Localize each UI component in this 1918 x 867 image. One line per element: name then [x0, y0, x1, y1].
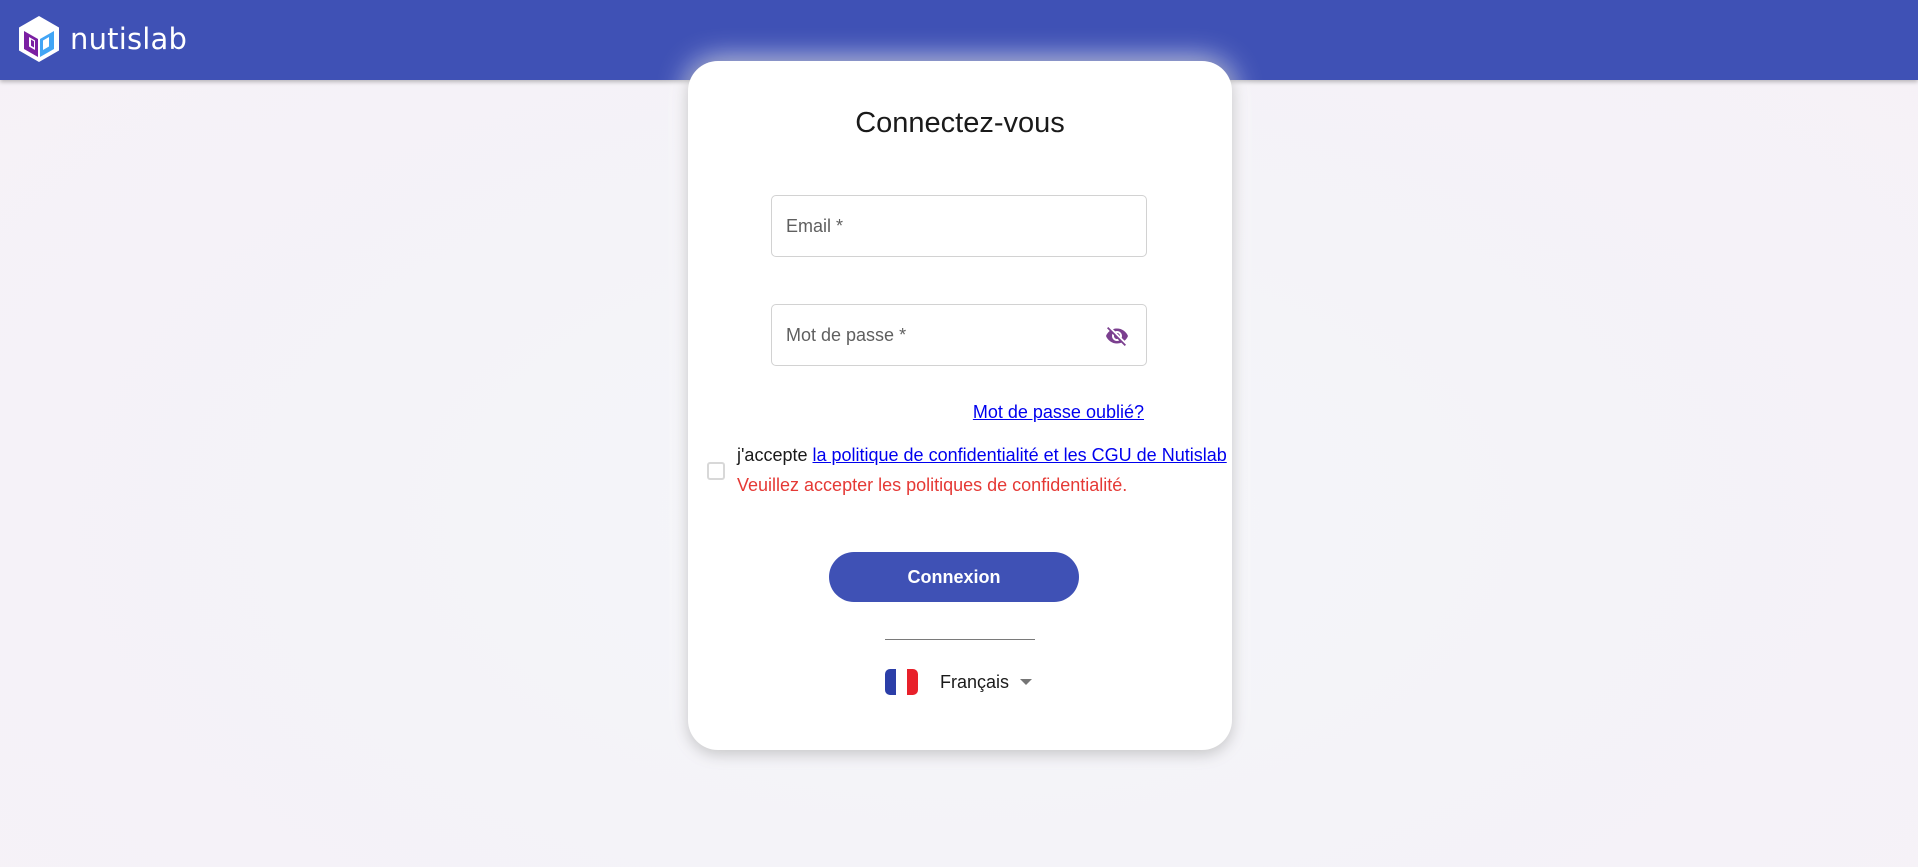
- password-field-container: [771, 304, 1147, 366]
- cube-logo-icon: [19, 16, 59, 62]
- privacy-policy-link[interactable]: la politique de confidentialité et les C…: [812, 445, 1226, 465]
- language-label: Français: [940, 671, 1010, 692]
- caret-down-icon: [1020, 679, 1033, 685]
- language-selector[interactable]: Français: [885, 668, 1033, 696]
- eye-off-icon[interactable]: [1104, 324, 1130, 348]
- privacy-consent-text: j'accepte la politique de confidentialit…: [737, 445, 1227, 466]
- forgot-password-link[interactable]: Mot de passe oublié?: [973, 402, 1144, 423]
- privacy-checkbox[interactable]: [707, 462, 725, 480]
- login-card: Connectez-vous Mot de passe oublié? j'ac…: [688, 61, 1232, 750]
- page-title: Connectez-vous: [855, 107, 1065, 139]
- accept-prefix: j'accepte: [737, 445, 813, 465]
- login-button[interactable]: Connexion: [829, 552, 1079, 602]
- email-field-container: [771, 195, 1147, 257]
- france-flag-icon: [885, 669, 918, 695]
- email-input[interactable]: [772, 196, 1146, 256]
- divider: [885, 639, 1035, 640]
- privacy-error-message: Veuillez accepter les politiques de conf…: [737, 475, 1128, 495]
- password-input[interactable]: [772, 305, 1146, 365]
- brand-name: nutislab: [70, 22, 188, 56]
- brand-logo[interactable]: nutislab: [18, 15, 187, 63]
